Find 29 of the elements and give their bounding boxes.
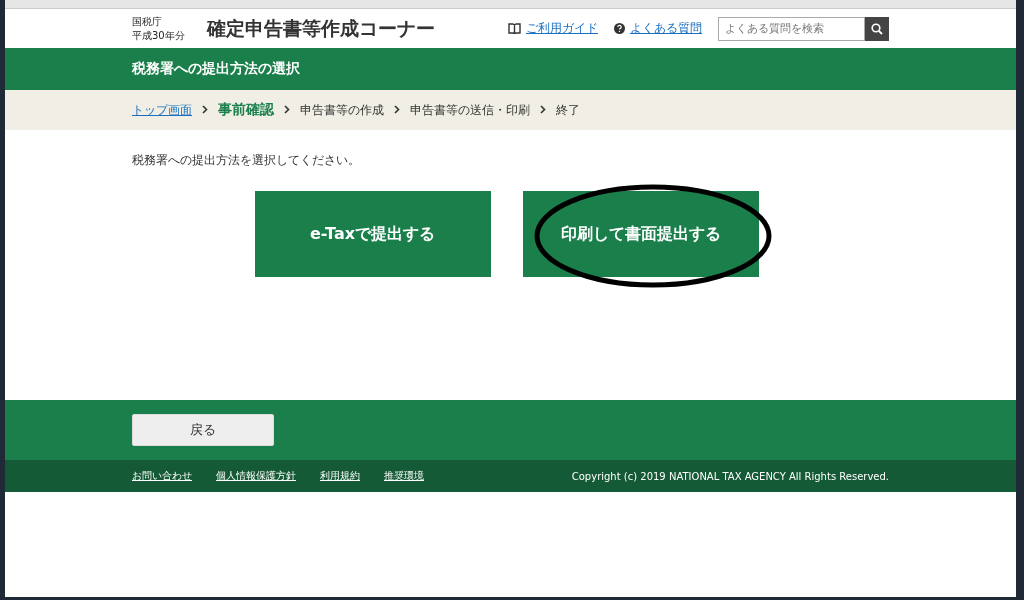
chevron-icon <box>284 105 290 114</box>
site-title: 確定申告書等作成コーナー <box>206 15 436 41</box>
breadcrumb-step: 終了 <box>556 101 580 119</box>
tax-year: 平成30年分 <box>132 28 185 43</box>
breadcrumb-link[interactable]: トップ画面 <box>132 101 192 119</box>
header-link[interactable]: よくある質問 <box>630 20 702 37</box>
instruction-text: 税務署への提出方法を選択してください。 <box>132 152 361 169</box>
footer-link[interactable]: 個人情報保護方針 <box>216 469 296 483</box>
question-icon <box>614 23 625 34</box>
copyright-text: Copyright (c) 2019 NATIONAL TAX AGENCY All Rights Reserved. <box>571 470 889 482</box>
breadcrumb-step: 申告書等の送信・印刷 <box>410 101 530 119</box>
submit-option-button[interactable]: e-Taxで提出する <box>254 191 491 277</box>
back-button[interactable]: 戻る <box>132 414 274 446</box>
agency-name: 国税庁 <box>132 14 163 29</box>
search-icon <box>871 22 883 35</box>
submit-option-button[interactable]: 印刷して書面提出する <box>522 191 759 277</box>
chevron-icon <box>540 105 546 114</box>
footer-link[interactable]: 推奨環境 <box>384 469 424 483</box>
book-icon <box>508 23 521 34</box>
header-link[interactable]: ご利用ガイド <box>526 20 598 37</box>
chevron-icon <box>394 105 400 114</box>
chevron-icon <box>202 105 208 114</box>
search-button[interactable] <box>865 16 889 41</box>
breadcrumb-step: 事前確認 <box>218 101 274 119</box>
breadcrumb-step: 申告書等の作成 <box>300 101 384 119</box>
page-title: 税務署への提出方法の選択 <box>132 60 300 78</box>
footer-link[interactable]: お問い合わせ <box>132 469 192 483</box>
footer-link[interactable]: 利用規約 <box>320 469 360 483</box>
search-field[interactable]: よくある質問を検索 <box>718 16 865 41</box>
